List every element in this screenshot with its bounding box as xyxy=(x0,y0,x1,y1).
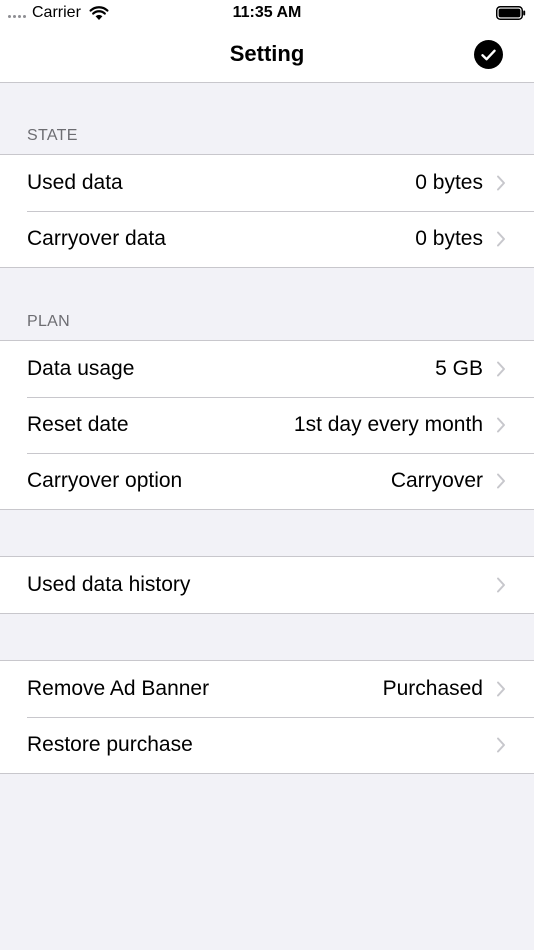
state-group: Used data 0 bytes Carryover data 0 bytes xyxy=(0,154,534,268)
used-data-row[interactable]: Used data 0 bytes xyxy=(0,155,534,211)
chevron-right-icon xyxy=(497,681,505,697)
status-time: 11:35 AM xyxy=(232,4,302,21)
carryover-data-row[interactable]: Carryover data 0 bytes xyxy=(0,211,534,267)
row-value: Purchased xyxy=(382,677,483,700)
chevron-right-icon xyxy=(497,417,505,433)
row-label: Reset date xyxy=(27,413,129,436)
chevron-right-icon xyxy=(497,175,505,191)
row-value: 1st day every month xyxy=(293,413,483,436)
chevron-right-icon xyxy=(497,361,505,377)
status-bar: Carrier 11:35 AM xyxy=(0,0,534,26)
checkmark-icon xyxy=(481,49,496,60)
row-label: Used data xyxy=(27,171,123,194)
row-value: Carryover xyxy=(390,469,483,492)
navigation-bar: Setting xyxy=(0,26,534,83)
battery-icon xyxy=(496,6,526,20)
row-label: Restore purchase xyxy=(27,733,193,756)
restore-purchase-row[interactable]: Restore purchase xyxy=(0,717,534,773)
section-header-state: STATE xyxy=(27,127,78,144)
carryover-option-row[interactable]: Carryover option Carryover xyxy=(0,453,534,509)
row-label: Carryover data xyxy=(27,227,166,250)
row-label: Data usage xyxy=(27,357,135,380)
done-button[interactable] xyxy=(474,40,503,69)
remove-ad-banner-row[interactable]: Remove Ad Banner Purchased xyxy=(0,661,534,717)
chevron-right-icon xyxy=(497,577,505,593)
plan-group: Data usage 5 GB Reset date 1st day every… xyxy=(0,340,534,510)
reset-date-row[interactable]: Reset date 1st day every month xyxy=(0,397,534,453)
page-title: Setting xyxy=(229,41,305,66)
history-group: Used data history xyxy=(0,556,534,614)
row-value: 5 GB xyxy=(435,357,483,380)
row-value: 0 bytes xyxy=(415,171,483,194)
chevron-right-icon xyxy=(497,737,505,753)
chevron-right-icon xyxy=(497,473,505,489)
chevron-right-icon xyxy=(497,231,505,247)
row-label: Remove Ad Banner xyxy=(27,677,210,700)
used-data-history-row[interactable]: Used data history xyxy=(0,557,534,613)
data-usage-row[interactable]: Data usage 5 GB xyxy=(0,341,534,397)
row-label: Used data history xyxy=(27,573,191,596)
row-label: Carryover option xyxy=(27,469,183,492)
section-header-plan: PLAN xyxy=(27,313,70,330)
purchase-group: Remove Ad Banner Purchased Restore purch… xyxy=(0,660,534,774)
row-value: 0 bytes xyxy=(415,227,483,250)
